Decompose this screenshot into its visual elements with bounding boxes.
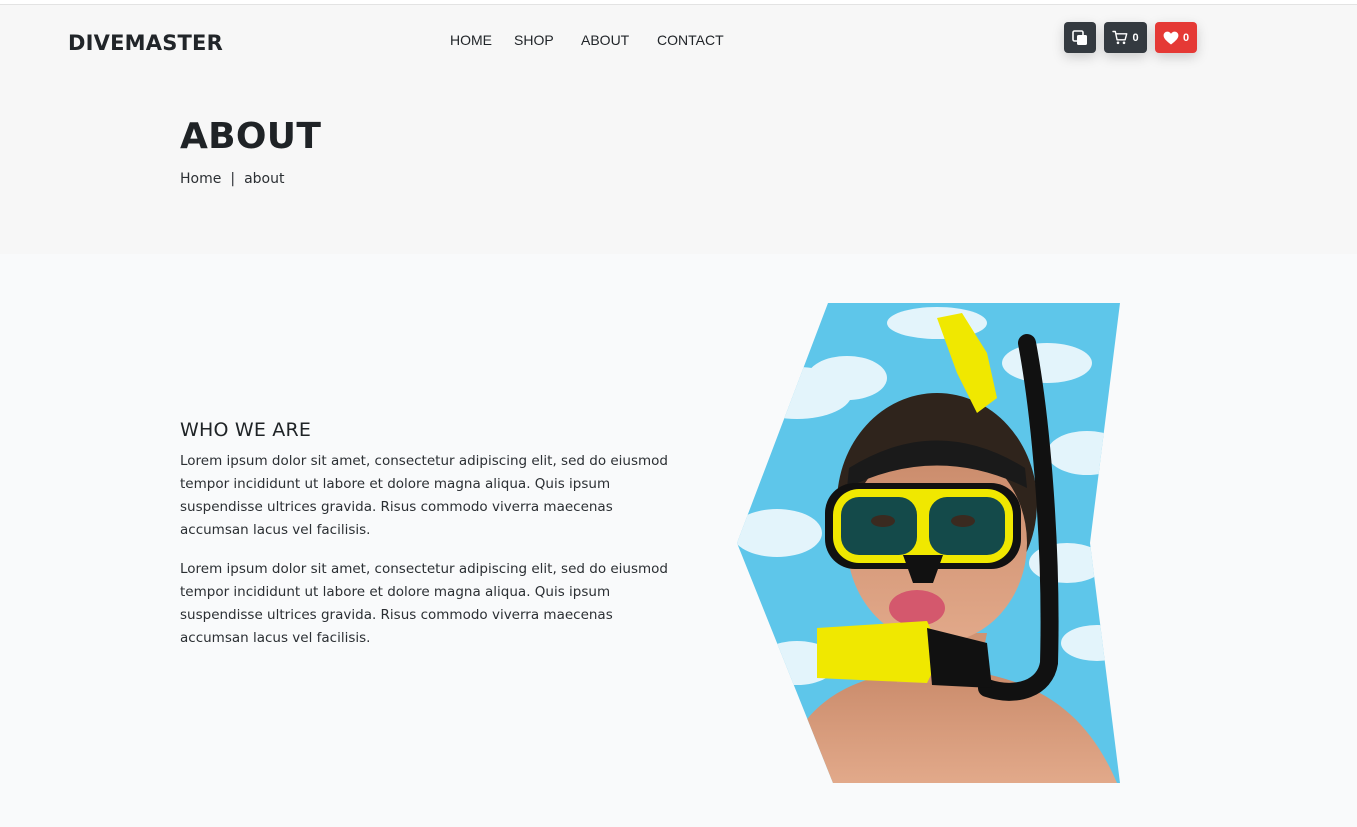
breadcrumb-separator: | [230, 171, 236, 187]
page-title: ABOUT [180, 116, 322, 157]
site-logo[interactable]: DIVEMASTER [68, 31, 223, 55]
heart-icon [1163, 31, 1179, 44]
nav-contact[interactable]: CONTACT [657, 32, 724, 48]
cart-button[interactable]: 0 [1104, 22, 1147, 53]
cart-count: 0 [1132, 31, 1139, 44]
snorkel-diver-image [737, 303, 1120, 783]
breadcrumb-home[interactable]: Home [180, 171, 221, 187]
breadcrumb: Home | about [180, 171, 284, 187]
nav-shop[interactable]: SHOP [514, 32, 554, 48]
page-header: DIVEMASTER HOME SHOP ABOUT CONTACT 0 0 A… [0, 5, 1357, 254]
compare-button[interactable] [1064, 22, 1096, 53]
nav-about[interactable]: ABOUT [581, 32, 629, 48]
wishlist-count: 0 [1182, 31, 1190, 44]
about-paragraph-1: Lorem ipsum dolor sit amet, consectetur … [180, 453, 669, 538]
cart-icon [1112, 30, 1128, 45]
about-paragraph-2: Lorem ipsum dolor sit amet, consectetur … [180, 561, 669, 646]
compare-icon [1072, 29, 1087, 45]
section-heading: WHO WE ARE [180, 419, 312, 441]
breadcrumb-current: about [244, 171, 285, 187]
wishlist-button[interactable]: 0 [1155, 22, 1197, 53]
nav-home[interactable]: HOME [450, 32, 492, 48]
